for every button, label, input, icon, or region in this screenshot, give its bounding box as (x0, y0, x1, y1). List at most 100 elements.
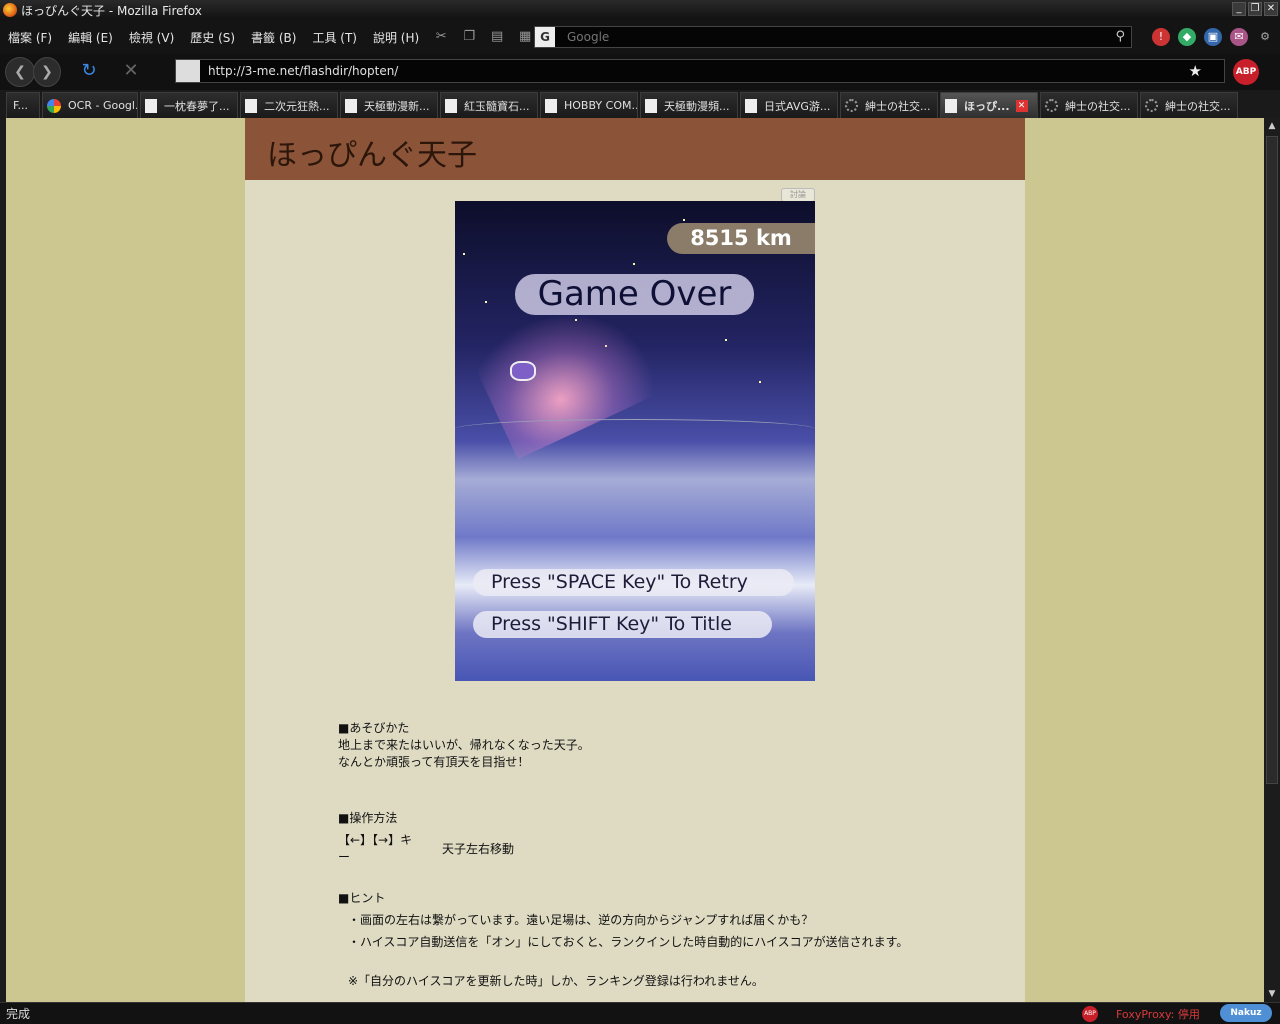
gear-icon[interactable]: ⚙ (1256, 28, 1274, 46)
flash-game[interactable]: 8515 km Game Over Press "SPACE Key" To R… (455, 201, 815, 681)
page-icon (545, 98, 557, 113)
page-title: ほっぴんぐ天子 (267, 138, 477, 173)
restore-button[interactable]: ❐ (1248, 2, 1262, 16)
distance-display: 8515 km (667, 223, 815, 254)
tab[interactable]: 天極動漫新... (340, 92, 438, 118)
tab-label: 紅玉髓寶石... (464, 99, 530, 113)
discussion-tag[interactable]: 討論 (781, 188, 815, 202)
game-over-text: Game Over (515, 274, 754, 315)
hints-heading: ■ヒント (338, 891, 386, 905)
loading-icon (1045, 99, 1058, 112)
window-controls: _ ❐ ✕ (1232, 2, 1278, 16)
navigation-bar: ❮ ❯ ↻ ✕ http://3-me.net/flashdir/hopten/… (0, 54, 1280, 90)
character-sprite (510, 361, 536, 381)
tab[interactable]: 一枕春夢了... (140, 92, 238, 118)
search-input[interactable] (567, 30, 1087, 44)
scrollbar-thumb[interactable] (1266, 136, 1278, 784)
adblock-plus-icon[interactable]: ABP (1233, 59, 1259, 85)
tab-label: HOBBY COM... (564, 99, 638, 112)
scroll-up-icon[interactable]: ▲ (1264, 118, 1280, 134)
scroll-down-icon[interactable]: ▼ (1264, 986, 1280, 1002)
tab[interactable]: OCR - Googl... (42, 92, 138, 118)
tab-label: ほっぴ... (964, 99, 1010, 113)
loading-icon (845, 99, 858, 112)
tab[interactable]: 二次元狂熱... (240, 92, 338, 118)
reload-button[interactable]: ↻ (79, 57, 99, 87)
how-to-play-line: 地上まで来たはいいが、帰れなくなった天子。 (338, 738, 590, 752)
google-engine-icon[interactable]: G (535, 27, 555, 47)
tab[interactable]: HOBBY COM... (540, 92, 638, 118)
tab[interactable]: 紳士の社交... (840, 92, 938, 118)
controls-description: 天子左右移動 (442, 842, 515, 856)
close-button[interactable]: ✕ (1264, 2, 1278, 16)
menu-help[interactable]: 說明 (H) (373, 29, 419, 46)
tab[interactable]: 紅玉髓寶石... (440, 92, 538, 118)
hint-item: ・画面の左右は繋がっています。遠い足場は、逆の方向からジャンプすれば届くかも？ (348, 913, 814, 927)
menu-bar: 檔案 (F) 編輯 (E) 檢視 (V) 歷史 (S) 書籤 (B) 工具 (T… (0, 20, 1280, 54)
search-icon[interactable]: ⚲ (1115, 29, 1125, 44)
reader-icon[interactable]: ▦ (517, 29, 533, 45)
hint-item: ※「自分のハイスコアを更新した時」しか、ランキング登録は行われません。 (348, 974, 764, 988)
bookmark-star-icon[interactable]: ★ (1189, 62, 1202, 80)
tab[interactable]: 天極動漫頻... (640, 92, 738, 118)
hint-item: ・ハイスコア自動送信を「オン」にしておくと、ランクインした時自動的にハイスコアが… (348, 935, 909, 949)
tab-label: 紳士の社交... (1065, 99, 1131, 113)
close-tab-icon[interactable]: ✕ (1015, 99, 1028, 112)
retry-prompt[interactable]: Press "SPACE Key" To Retry (473, 569, 794, 596)
tab-bar: F... OCR - Googl... 一枕春夢了... 二次元狂熱... 天極… (0, 90, 1280, 118)
cut-icon[interactable]: ✂ (433, 29, 449, 45)
stop-button[interactable]: ✕ (121, 57, 141, 87)
tab[interactable]: F... (6, 92, 40, 118)
menu-file[interactable]: 檔案 (F) (8, 29, 52, 46)
minimize-button[interactable]: _ (1232, 2, 1246, 16)
controls-key: 【←】【→】キー (338, 833, 413, 864)
how-to-play-line: なんとか頑張って有頂天を目指せ！ (338, 755, 530, 769)
loading-icon (1145, 99, 1158, 112)
page-icon (445, 98, 457, 113)
page-icon (145, 98, 157, 113)
page-icon (745, 98, 757, 113)
window-title: ほっぴんぐ天子 - Mozilla Firefox (21, 3, 202, 18)
windows-addon-icon[interactable]: ▣ (1204, 28, 1222, 46)
tab-label: 日式AVG游... (764, 99, 831, 113)
menu-tools[interactable]: 工具 (T) (312, 29, 357, 46)
tab-label: 一枕春夢了... (164, 99, 230, 113)
tab[interactable]: 紳士の社交... (1140, 92, 1238, 118)
page-icon (345, 98, 357, 113)
tab-label: 天極動漫頻... (664, 99, 730, 113)
menu-edit[interactable]: 編輯 (E) (68, 29, 113, 46)
earth-horizon (455, 419, 815, 439)
page-viewport: ほっぴんぐ天子 討論 8515 km Game Over Press "SPAC… (6, 118, 1264, 1002)
page-header: ほっぴんぐ天子 (245, 118, 1025, 180)
tab-label: 紳士の社交... (1165, 99, 1231, 113)
copy-icon[interactable]: ❐ (461, 29, 477, 45)
alert-addon-icon[interactable]: ! (1152, 28, 1170, 46)
back-button[interactable]: ❮ (5, 57, 35, 87)
status-text: 完成 (6, 1007, 31, 1021)
foxyproxy-status[interactable]: FoxyProxy: 停用 (1116, 1006, 1200, 1022)
title-prompt[interactable]: Press "SHIFT Key" To Title (473, 611, 772, 638)
paste-icon[interactable]: ▤ (489, 29, 505, 45)
tab[interactable]: 日式AVG游... (740, 92, 838, 118)
menu-view[interactable]: 檢視 (V) (129, 29, 174, 46)
tab-label: 天極動漫新... (364, 99, 430, 113)
url-text[interactable]: http://3-me.net/flashdir/hopten/ (208, 64, 398, 78)
nakuz-badge[interactable]: Nakuz (1220, 1004, 1272, 1022)
status-bar: 完成 ABP FoxyProxy: 停用 Nakuz (0, 1002, 1280, 1024)
page-icon (176, 60, 200, 82)
mail-addon-icon[interactable]: ✉ (1230, 28, 1248, 46)
address-bar[interactable]: http://3-me.net/flashdir/hopten/ ★ (175, 59, 1225, 83)
menu-bookmarks[interactable]: 書籤 (B) (251, 29, 296, 46)
menu-history[interactable]: 歷史 (S) (190, 29, 235, 46)
tab[interactable]: 紳士の社交... (1040, 92, 1138, 118)
puzzle-addon-icon[interactable]: ◆ (1178, 28, 1196, 46)
vertical-scrollbar[interactable]: ▲ ▼ (1264, 118, 1280, 1002)
addon-icons: ! ◆ ▣ ✉ ⚙ (1152, 28, 1274, 46)
tab-active[interactable]: ほっぴ... ✕ (940, 92, 1038, 118)
adblock-plus-icon[interactable]: ABP (1082, 1006, 1098, 1022)
search-box[interactable]: G ⚲ (534, 26, 1132, 48)
tab-label: 紳士の社交... (865, 99, 931, 113)
how-to-play-heading: ■あそびかた (338, 721, 410, 735)
forward-button[interactable]: ❯ (33, 57, 61, 87)
tab-label: F... (13, 99, 29, 112)
